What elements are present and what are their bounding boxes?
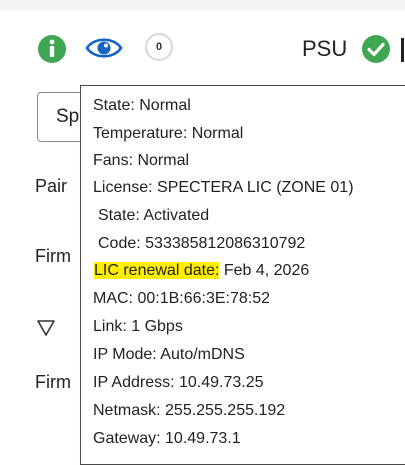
tooltip-license: License: SPECTERA LIC (ZONE 01): [93, 179, 354, 196]
tooltip-temperature: Temperature: Normal: [93, 125, 244, 142]
eye-icon[interactable]: [85, 32, 123, 64]
count-badge[interactable]: 0: [145, 33, 173, 61]
tooltip-license-code: Code: 533385812086310792: [98, 235, 306, 252]
tooltip-netmask: Netmask: 255.255.255.192: [93, 402, 286, 419]
device-status-tooltip: State: Normal Temperature: Normal Fans: …: [80, 85, 405, 465]
tooltip-renewal-date: LIC renewal date: Feb 4, 2026: [94, 262, 309, 280]
dropdown-value: Sp: [56, 106, 80, 127]
info-icon[interactable]: [37, 34, 67, 64]
firmware-label-2: Firm: [35, 372, 71, 392]
renewal-date-label: LIC renewal date:: [94, 262, 220, 279]
tooltip-fans: Fans: Normal: [93, 152, 190, 169]
tooltip-link: Link: 1 Gbps: [93, 318, 183, 335]
next-status-indicator: [401, 38, 404, 62]
renewal-date-value: Feb 4, 2026: [219, 262, 310, 279]
filter-icon[interactable]: [36, 318, 56, 338]
top-strip: [0, 0, 405, 10]
check-circle-icon: [361, 34, 391, 64]
tooltip-license-state: State: Activated: [98, 207, 210, 224]
pair-label: Pair: [35, 176, 68, 196]
psu-label: PSU: [302, 36, 348, 61]
tooltip-ip-mode: IP Mode: Auto/mDNS: [93, 346, 245, 363]
tooltip-gateway: Gateway: 10.49.73.1: [93, 430, 241, 447]
firmware-label: Firm: [35, 246, 71, 266]
tooltip-ip-address: IP Address: 10.49.73.25: [93, 374, 264, 391]
tooltip-state: State: Normal: [93, 97, 191, 114]
count-value: 0: [155, 41, 163, 53]
tooltip-mac: MAC: 00:1B:66:3E:78:52: [93, 290, 270, 307]
